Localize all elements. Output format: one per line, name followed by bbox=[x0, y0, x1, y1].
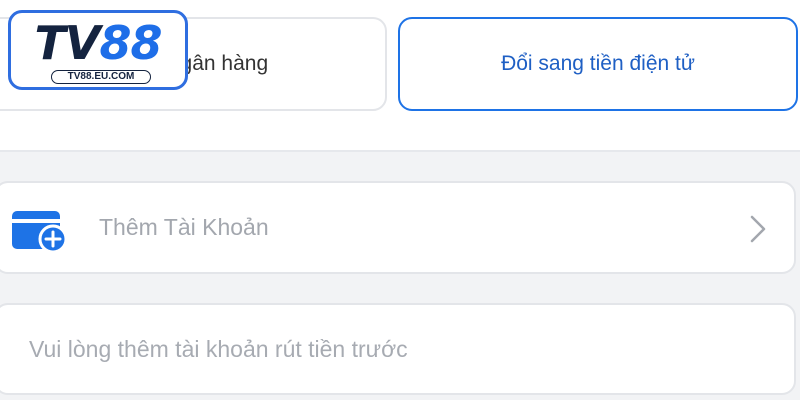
chevron-right-icon bbox=[750, 215, 766, 243]
tab-crypto[interactable]: Đổi sang tiền điện tử bbox=[398, 17, 798, 111]
add-account-button[interactable]: Thêm Tài Khoản bbox=[0, 181, 796, 274]
logo-wordmark: TV88 bbox=[11, 17, 185, 69]
wallet-add-icon bbox=[12, 211, 68, 254]
tv88-logo: TV88 TV88.EU.COM bbox=[8, 10, 188, 90]
notice-text: Vui lòng thêm tài khoản rút tiền trước bbox=[29, 335, 408, 362]
tab-crypto-label: Đổi sang tiền điện tử bbox=[501, 52, 695, 75]
logo-number: 88 bbox=[99, 16, 162, 70]
withdraw-notice: Vui lòng thêm tài khoản rút tiền trước bbox=[0, 303, 796, 395]
logo-letters: TV bbox=[34, 16, 101, 70]
logo-domain: TV88.EU.COM bbox=[51, 70, 151, 84]
add-account-label: Thêm Tài Khoản bbox=[99, 214, 269, 240]
